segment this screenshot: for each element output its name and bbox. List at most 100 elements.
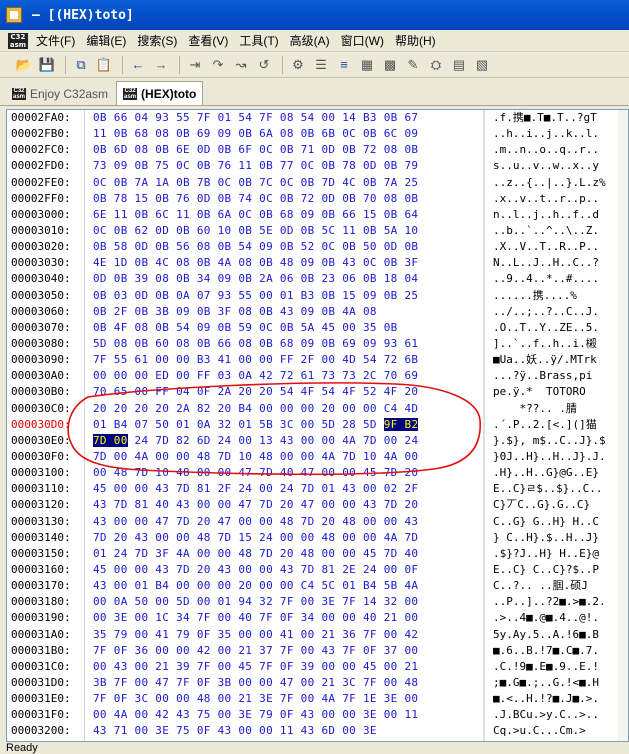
ascii-row[interactable]: .X..V..T..R..P.. <box>493 239 624 255</box>
hex-bytes-row[interactable]: 0C 0B 62 0D 0B 60 10 0B 5E 0D 0B 5C 11 0… <box>85 223 481 239</box>
menu-search[interactable]: 搜索(S) <box>137 32 177 49</box>
menu-window[interactable]: 窗口(W) <box>341 32 384 49</box>
hex-column[interactable]: 0B 66 04 93 55 7F 01 54 7F 08 54 00 14 B… <box>85 110 481 741</box>
selected-bytes[interactable]: 7D 00 <box>93 433 128 447</box>
back-arrow-icon[interactable]: ← <box>128 55 148 75</box>
hex-bytes-row[interactable]: 00 0A 50 00 5D 00 01 94 32 7F 00 3E 7F 1… <box>85 594 481 610</box>
menu-help[interactable]: 帮助(H) <box>395 32 436 49</box>
hex-bytes-row[interactable]: 70 65 00 FF 04 0F 2A 20 20 54 4F 54 4F 5… <box>85 384 481 400</box>
hex-bytes-row[interactable]: 45 00 00 43 7D 20 43 00 00 43 7D 81 2E 2… <box>85 562 481 578</box>
hex-bytes-row[interactable]: 3B 7F 00 47 7F 0F 3B 00 00 47 00 21 3C 7… <box>85 675 481 691</box>
ascii-row[interactable]: pe.ÿ.* TOTORO <box>493 384 624 400</box>
hex-bytes-row[interactable]: 73 09 0B 75 0C 0B 76 11 0B 77 0C 0B 78 0… <box>85 158 481 174</box>
ascii-row[interactable]: n..l..j..h..f..d <box>493 207 624 223</box>
hex-bytes-row[interactable]: 0B 2F 0B 3B 09 0B 3F 08 0B 43 09 0B 4A 0… <box>85 304 481 320</box>
ascii-row[interactable]: ..h..i..j..k..l. <box>493 126 624 142</box>
hex-bytes-row[interactable]: 4E 1D 0B 4C 08 0B 4A 08 0B 48 09 0B 43 0… <box>85 255 481 271</box>
bookmark-icon[interactable]: ⚙ <box>288 55 308 75</box>
paste-icon[interactable]: 📋 <box>94 55 114 75</box>
hex-bytes-row[interactable]: 0B 66 04 93 55 7F 01 54 7F 08 54 00 14 B… <box>85 110 481 126</box>
save-icon[interactable]: 💾 <box>37 55 57 75</box>
hex-bytes-row[interactable]: 20 20 20 20 2A 82 20 B4 00 00 00 20 00 0… <box>85 401 481 417</box>
hex-bytes-row[interactable]: 0B 78 15 0B 76 0D 0B 74 0C 0B 72 0D 0B 7… <box>85 191 481 207</box>
ascii-row[interactable]: ......携....% <box>493 288 624 304</box>
ascii-row[interactable]: .>..4■.@■.4..@!. <box>493 610 624 626</box>
ascii-row[interactable]: .C.!9■.E■.9..E.! <box>493 659 624 675</box>
ascii-row[interactable]: ..b..`..^..\..Z. <box>493 223 624 239</box>
hex-bytes-row[interactable]: 43 00 01 B4 00 00 00 20 00 00 C4 5C 01 B… <box>85 578 481 594</box>
search-icon[interactable]: ↝ <box>231 55 251 75</box>
ascii-row[interactable]: .m..n..o..q..r.. <box>493 142 624 158</box>
hex-bytes-row[interactable]: 0B 4F 08 0B 54 09 0B 59 0C 0B 5A 45 00 3… <box>85 320 481 336</box>
ascii-row[interactable]: ..z..{..|..}.L.z% <box>493 175 624 191</box>
hex-bytes-row[interactable]: 7F 55 61 00 00 B3 41 00 00 FF 2F 00 4D 5… <box>85 352 481 368</box>
selected-bytes[interactable]: 9F B2 <box>383 417 419 431</box>
step-icon[interactable]: ↷ <box>208 55 228 75</box>
hex-bytes-row[interactable]: 43 00 00 47 7D 20 47 00 00 48 7D 20 48 0… <box>85 514 481 530</box>
hex-bytes-row[interactable]: 43 71 00 3E 75 0F 43 00 00 11 43 6D 00 3… <box>85 723 481 739</box>
ascii-row[interactable]: ..P..]..?2■.>■.2. <box>493 594 624 610</box>
hex-bytes-row[interactable]: 35 79 00 41 79 0F 35 00 00 41 00 21 36 7… <box>85 627 481 643</box>
menu-advanced[interactable]: 高级(A) <box>290 32 330 49</box>
menu-edit[interactable]: 编辑(E) <box>86 32 126 49</box>
ascii-row[interactable]: s..u..v..w..x..y <box>493 158 624 174</box>
grid-icon[interactable]: ▤ <box>449 55 469 75</box>
ascii-row[interactable]: } C..H}.$..H..J} <box>493 530 624 546</box>
ascii-row[interactable]: ...?ÿ..Brass,pi <box>493 368 624 384</box>
hex-bytes-row[interactable]: 00 3E 00 1C 34 7F 00 40 7F 0F 34 00 00 4… <box>85 610 481 626</box>
hex-icon[interactable]: ▦ <box>357 55 377 75</box>
ascii-row[interactable]: C..G} G..H} H..C <box>493 514 624 530</box>
ascii-row[interactable]: Cq.>u.C...Cm.> <box>493 723 624 739</box>
hex-bytes-row[interactable]: 00 48 7D 10 48 00 00 47 7D 40 47 00 00 4… <box>85 465 481 481</box>
ascii-row[interactable]: .$}?J..H} H..E}@ <box>493 546 624 562</box>
hex-bytes-row[interactable]: 5D 08 0B 60 08 0B 66 08 0B 68 09 0B 69 0… <box>85 336 481 352</box>
align-icon[interactable]: ≡ <box>334 55 354 75</box>
plugin-icon[interactable]: ⛭ <box>426 55 446 75</box>
tab-enjoy-c32asm[interactable]: C32 asm Enjoy C32asm <box>6 83 114 105</box>
ascii-row[interactable]: N..L..J..H..C..? <box>493 255 624 271</box>
copy-icon[interactable]: ⧉ <box>71 55 91 75</box>
ascii-row[interactable]: ]..`..f..h..i.樧 <box>493 336 624 352</box>
hex-bytes-row[interactable]: 00 43 00 21 39 7F 00 45 7F 0F 39 00 00 4… <box>85 659 481 675</box>
ascii-row[interactable]: .J.BCu.>y.C..>.. <box>493 707 624 723</box>
hex-bytes-row[interactable]: 0B 03 0D 0B 0A 07 93 55 00 01 B3 0B 15 0… <box>85 288 481 304</box>
ascii-row[interactable]: }0J..H}..H..J}.J. <box>493 449 624 465</box>
ascii-row[interactable]: ../..;..?..C..J. <box>493 304 624 320</box>
ascii-row[interactable]: .f.携■.T■.T..?gT <box>493 110 624 126</box>
menu-file[interactable]: 文件(F) <box>36 32 75 49</box>
list-icon[interactable]: ☰ <box>311 55 331 75</box>
hex-bytes-row[interactable]: 00 4A 00 42 43 75 00 3E 79 0F 43 00 00 3… <box>85 707 481 723</box>
ascii-row[interactable]: ..9..4..*..#.... <box>493 271 624 287</box>
forward-arrow-icon[interactable]: → <box>151 55 171 75</box>
ascii-row[interactable]: .H}..H..G}@G..E} <box>493 465 624 481</box>
vertical-scrollbar[interactable] <box>618 110 628 741</box>
ascii-row[interactable]: E..C} C..C}?$..P <box>493 562 624 578</box>
ascii-row[interactable]: E..C}ㄹ$..$}..C.. <box>493 481 624 497</box>
edit-icon[interactable]: ✎ <box>403 55 423 75</box>
ascii-row[interactable]: C..?.. ..腘.硕J <box>493 578 624 594</box>
menu-tools[interactable]: 工具(T) <box>239 32 278 49</box>
ascii-row[interactable]: ;■.G■.;..G.!<■.H <box>493 675 624 691</box>
hex-editor[interactable]: 00002FA0: 00002FB0: 00002FC0: 00002FD0: 0000… <box>6 109 629 742</box>
open-folder-icon[interactable]: 📂 <box>14 55 34 75</box>
replace-icon[interactable]: ↺ <box>254 55 274 75</box>
hex-bytes-row[interactable]: 7D 00 4A 00 00 48 7D 10 48 00 00 4A 7D 1… <box>85 449 481 465</box>
hex-bytes-row[interactable]: 43 7D 81 40 43 00 00 47 7D 20 47 00 00 4… <box>85 497 481 513</box>
ascii-row[interactable]: ■.<..H.!?■.J■.>. <box>493 691 624 707</box>
goto-icon[interactable]: ⇥ <box>185 55 205 75</box>
ascii-row[interactable]: }.$}, m$..C..J}.$ <box>493 433 624 449</box>
ascii-column[interactable]: .f.携■.T■.T..?gT ..h..i..j..k..l. .m..n..o.… <box>493 110 624 741</box>
ascii-row[interactable]: C}丆C..G}.G..C} <box>493 497 624 513</box>
hex-bytes-row[interactable]: 01 B4 07 50 01 0A 32 01 5B 3C 00 5D 28 5… <box>85 417 481 433</box>
ascii-row[interactable]: ■Ua..妖..ÿ/.MTrk <box>493 352 624 368</box>
hex-bytes-row[interactable]: 0C 0B 7A 1A 0B 7B 0C 0B 7C 0C 0B 7D 4C 0… <box>85 175 481 191</box>
tab-hex-toto[interactable]: C32 asm (HEX)toto <box>116 81 204 105</box>
hex-bytes-row[interactable]: 0D 0B 39 08 0B 34 09 0B 2A 06 0B 23 06 0… <box>85 271 481 287</box>
hex-bytes-row[interactable]: 7D 20 43 00 00 48 7D 15 24 00 00 48 00 0… <box>85 530 481 546</box>
hex-bytes-row[interactable]: 7D 00 24 7D 82 6D 24 00 13 43 00 00 4A 7… <box>85 433 481 449</box>
hex-bytes-row[interactable]: 01 24 7D 3F 4A 00 00 48 7D 20 48 00 00 4… <box>85 546 481 562</box>
ascii-row[interactable]: .x..v..t..r..p.. <box>493 191 624 207</box>
ascii-row[interactable]: *??.. .腈 <box>493 401 624 417</box>
hex-bytes-row[interactable]: 11 0B 68 08 0B 69 09 0B 6A 08 0B 6B 0C 0… <box>85 126 481 142</box>
hex-bytes-row[interactable]: 45 00 00 43 7D 81 2F 24 00 24 7D 01 43 0… <box>85 481 481 497</box>
